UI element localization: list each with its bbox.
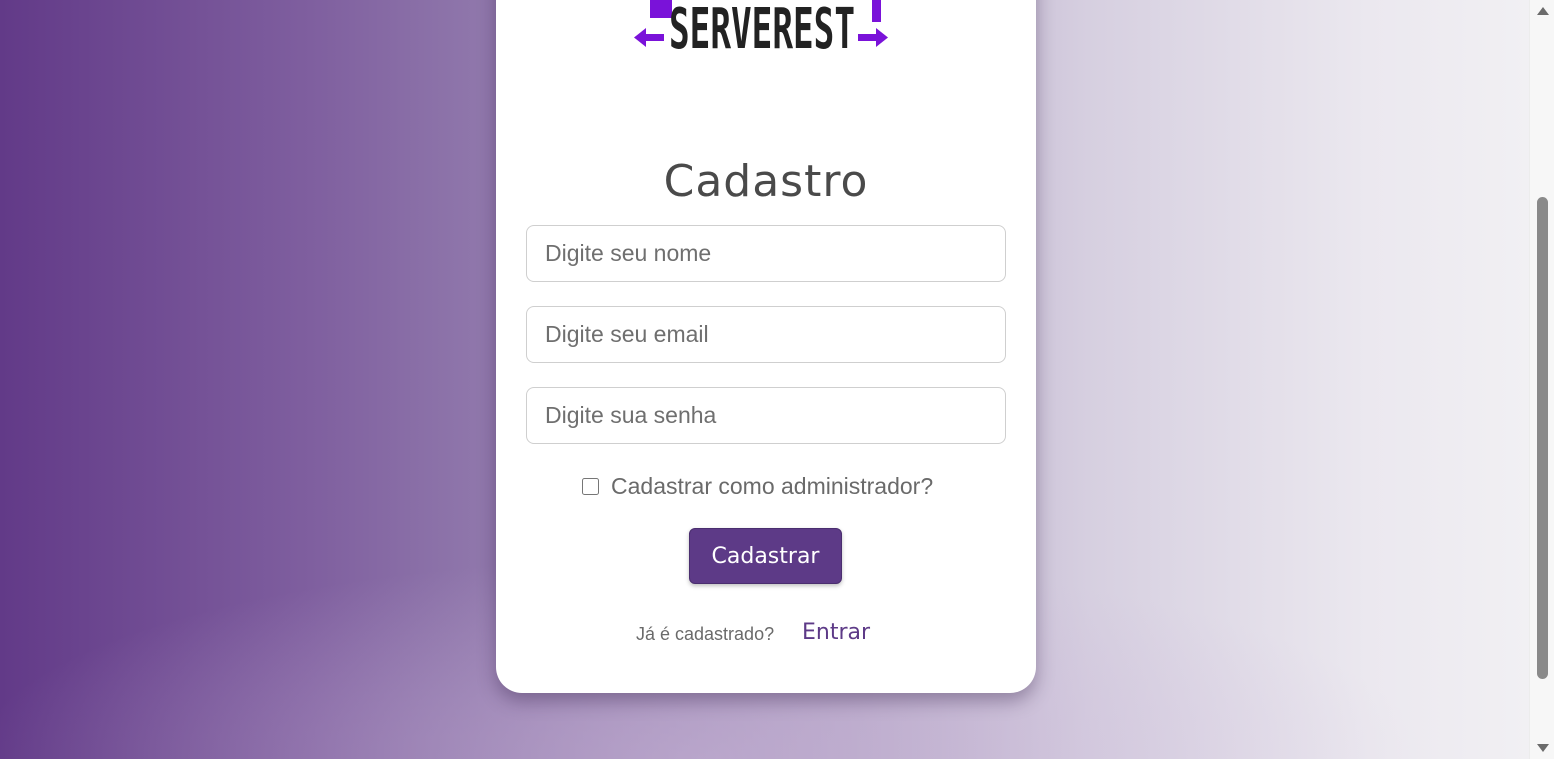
- vertical-scrollbar[interactable]: [1529, 0, 1554, 759]
- password-input[interactable]: [526, 387, 1006, 444]
- admin-label[interactable]: Cadastrar como administrador?: [611, 473, 933, 500]
- logo-right-arrow-icon: [858, 28, 888, 47]
- serverest-logo: SERVEREST: [634, 0, 888, 60]
- email-input[interactable]: [526, 306, 1006, 363]
- admin-option: Cadastrar como administrador?: [582, 472, 933, 500]
- page-title: Cadastro: [663, 156, 869, 207]
- logo-exclamation-accent: [872, 0, 881, 22]
- signup-button[interactable]: Cadastrar: [689, 528, 842, 584]
- scroll-down-arrow-icon[interactable]: [1537, 744, 1549, 752]
- login-link[interactable]: Entrar: [802, 620, 870, 645]
- logo-left-arrow-icon: [634, 28, 664, 47]
- admin-checkbox[interactable]: [582, 477, 599, 495]
- already-registered-text: Já é cadastrado?: [636, 624, 775, 644]
- scroll-up-arrow-icon[interactable]: [1537, 7, 1549, 15]
- scrollbar-thumb[interactable]: [1537, 197, 1548, 679]
- logo-text: SERVEREST: [669, 0, 855, 60]
- name-input[interactable]: [526, 225, 1006, 282]
